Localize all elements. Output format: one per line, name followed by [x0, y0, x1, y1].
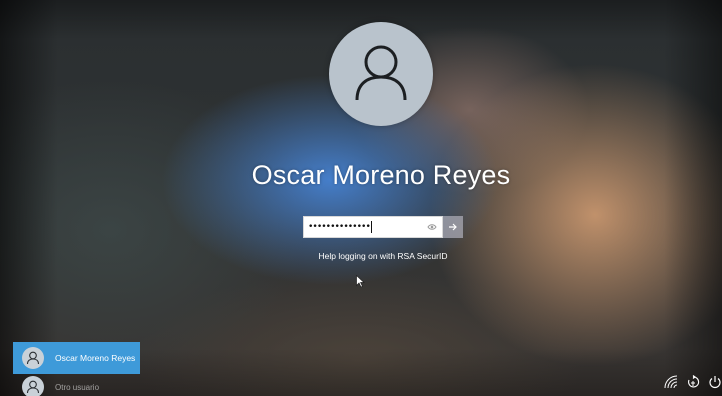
mouse-cursor-icon: [356, 275, 365, 288]
network-icon[interactable]: [663, 374, 679, 390]
password-value: ••••••••••••••: [308, 222, 371, 232]
system-tray: [663, 374, 722, 390]
user-silhouette-icon: [26, 380, 40, 394]
tile-label: Oscar Moreno Reyes: [55, 353, 136, 363]
tile-label: Otro usuario: [55, 382, 100, 392]
submit-button[interactable]: [443, 216, 463, 238]
power-icon[interactable]: [707, 374, 722, 390]
user-avatar: [329, 22, 433, 126]
user-silhouette-icon: [355, 45, 407, 101]
accessibility-icon[interactable]: [685, 374, 701, 390]
user-name: Oscar Moreno Reyes: [251, 160, 511, 190]
user-tile-oscar[interactable]: Oscar Moreno Reyes: [13, 342, 140, 374]
text-caret: [370, 221, 372, 233]
user-tile-other[interactable]: Otro usuario: [13, 375, 140, 396]
tile-avatar: [22, 347, 44, 369]
password-input[interactable]: ••••••••••••••: [303, 216, 443, 238]
rsa-help-link[interactable]: Help logging on with RSA SecurID: [0, 251, 722, 261]
user-switcher-list: Oscar Moreno Reyes Otro usuario: [13, 342, 140, 396]
tile-avatar: [22, 376, 44, 396]
user-silhouette-icon: [26, 351, 40, 365]
eye-icon[interactable]: [426, 221, 438, 233]
password-box: ••••••••••••••: [303, 216, 463, 238]
arrow-right-icon: [449, 223, 457, 231]
